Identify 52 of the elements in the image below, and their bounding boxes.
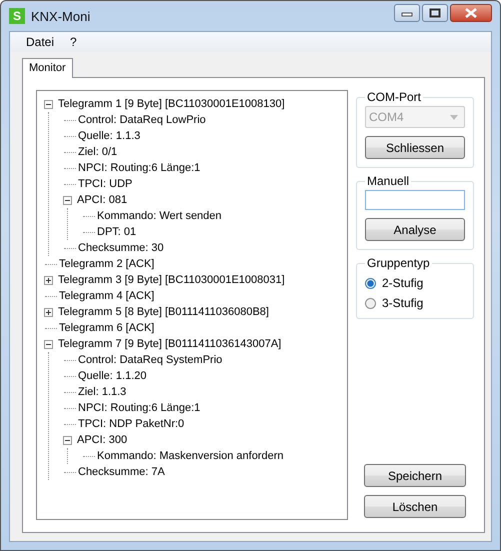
group-title: Gruppentyp [366, 256, 431, 270]
action-button[interactable]: Speichern [364, 464, 466, 487]
action-button[interactable]: Löschen [364, 495, 466, 518]
menu-item[interactable]: ? [62, 35, 85, 49]
tree-item[interactable]: Control: DataReq LowPrio [76, 114, 206, 126]
tree-item[interactable]: APCI: 300 [75, 434, 128, 446]
tree-item[interactable]: Telegramm 7 [9 Byte] [B0111411036143007A] [56, 338, 282, 350]
input-field[interactable] [365, 190, 465, 210]
tree-item[interactable]: Quelle: 1.1.3 [76, 130, 140, 142]
tree-item[interactable]: Telegramm 4 [ACK] [57, 290, 154, 302]
expander-icon[interactable] [44, 340, 53, 348]
expander-icon[interactable] [63, 436, 72, 444]
tree-item[interactable]: Telegramm 5 [8 Byte] [B0111411036080B8] [56, 306, 269, 318]
group-title: Manuell [366, 174, 410, 188]
tree-item[interactable]: Telegramm 3 [9 Byte] [BC11030001E1008031] [56, 274, 285, 286]
tree-item[interactable]: Checksumme: 30 [76, 242, 164, 254]
app-icon: S [9, 8, 25, 24]
close-icon [464, 8, 478, 18]
radio-label[interactable]: 2-Stufig [382, 276, 424, 290]
radio-label[interactable]: 3-Stufig [382, 296, 424, 310]
radio-button[interactable] [365, 298, 376, 308]
minimize-button[interactable] [394, 4, 420, 22]
expander-icon[interactable] [63, 196, 72, 204]
tree-item[interactable]: TPCI: UDP [76, 178, 132, 190]
tree-item[interactable]: Kommando: Maskenversion anfordern [95, 450, 284, 462]
tree-item[interactable]: Checksumme: 7A [76, 466, 165, 478]
expander-icon[interactable] [44, 308, 53, 316]
tree-item[interactable]: APCI: 081 [75, 194, 128, 206]
analyse-button[interactable]: Analyse [365, 218, 465, 241]
tree-item[interactable]: Telegramm 2 [ACK] [57, 258, 154, 270]
tree-item[interactable]: Ziel: 0/1 [76, 146, 118, 158]
group-title: COM-Port [366, 90, 422, 104]
tab[interactable]: Monitor [22, 58, 73, 78]
expander-icon[interactable] [44, 100, 53, 108]
tree-item[interactable]: NPCI: Routing:6 Länge:1 [76, 162, 200, 174]
maximize-icon [429, 8, 441, 18]
menu-item[interactable]: Datei [18, 35, 62, 49]
close-button[interactable] [450, 4, 492, 22]
tree-item[interactable]: Kommando: Wert senden [95, 210, 222, 222]
expander-icon[interactable] [44, 276, 53, 284]
tree-item[interactable]: Telegramm 6 [ACK] [57, 322, 154, 334]
tree-item[interactable]: Quelle: 1.1.20 [76, 370, 146, 382]
tree-item[interactable]: Control: DataReq SystemPrio [76, 354, 222, 366]
tree-item[interactable]: DPT: 01 [95, 226, 136, 238]
window-title: KNX-Moni [31, 8, 92, 24]
maximize-button[interactable] [422, 4, 448, 22]
radio-button[interactable] [365, 278, 376, 288]
tree-item[interactable]: Telegramm 1 [9 Byte] [BC11030001E1008130] [56, 98, 285, 110]
tree-item[interactable]: Ziel: 1.1.3 [76, 386, 126, 398]
dropdown-arrow-icon [450, 114, 458, 120]
tree-item[interactable]: NPCI: Routing:6 Länge:1 [76, 402, 200, 414]
tree-item[interactable]: TPCI: NDP PaketNr:0 [76, 418, 184, 430]
